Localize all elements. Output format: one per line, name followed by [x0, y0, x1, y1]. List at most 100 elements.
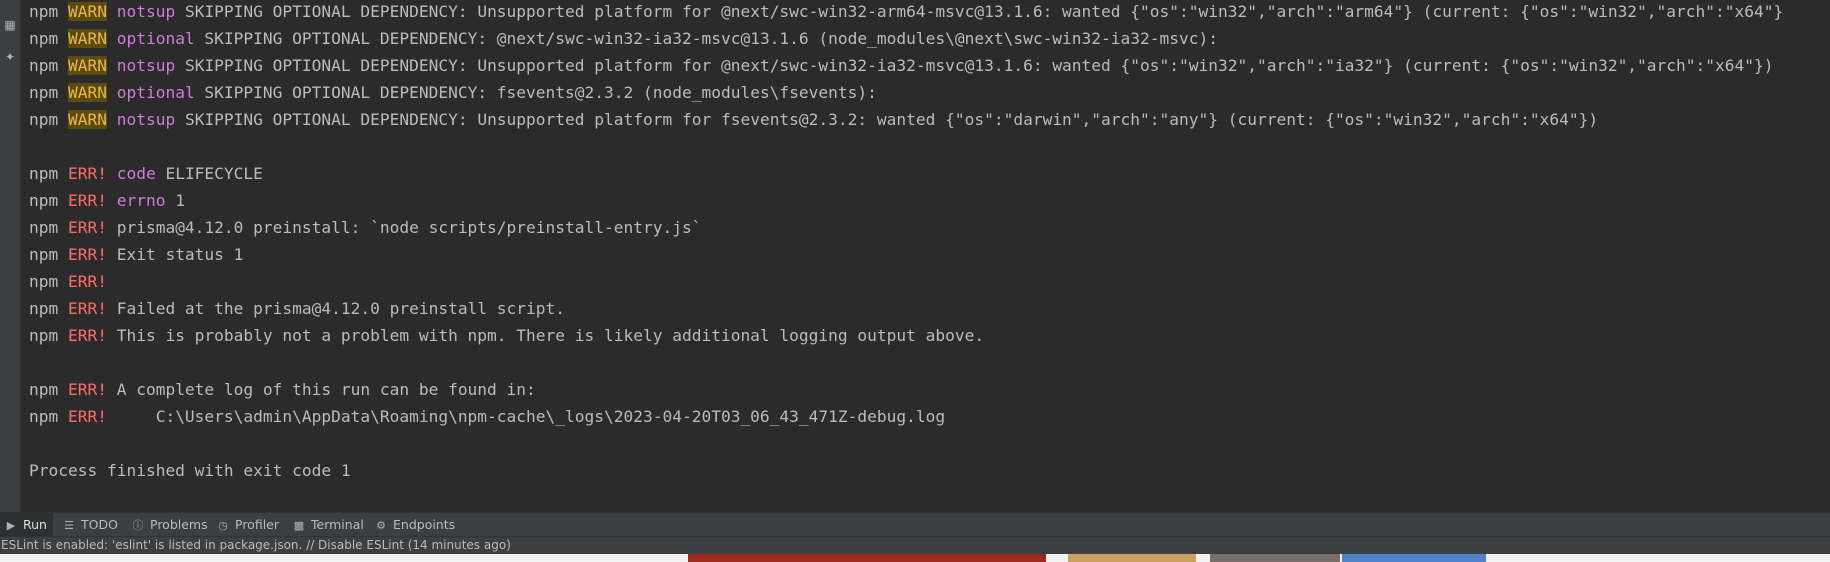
log-text: SKIPPING OPTIONAL DEPENDENCY: Unsupporte… — [175, 56, 1774, 75]
err-badge: ERR! — [67, 326, 107, 345]
tab-profiler[interactable]: ◷ Profiler — [212, 513, 285, 536]
tab-label: Problems — [150, 517, 208, 532]
log-text: npm — [29, 245, 68, 264]
log-text: npm — [29, 191, 68, 210]
console-line: npm WARN optional SKIPPING OPTIONAL DEPE… — [29, 79, 1783, 106]
log-text: 1 — [165, 191, 185, 210]
log-text: npm — [29, 326, 68, 345]
log-text: SKIPPING OPTIONAL DEPENDENCY: Unsupporte… — [175, 2, 1784, 21]
log-text: Process finished with exit code 1 — [29, 461, 351, 480]
run-toolbar-gutter: ▦ ✦ — [0, 0, 21, 512]
log-keyword: notsup — [116, 56, 176, 75]
log-text: npm — [29, 164, 68, 183]
status-bar: ESLint is enabled: 'eslint' is listed in… — [0, 536, 1830, 554]
err-badge: ERR! — [67, 218, 107, 237]
warn-badge: WARN — [67, 29, 107, 48]
log-text: npm — [29, 272, 68, 291]
log-keyword: optional — [116, 83, 195, 102]
pin-icon[interactable]: ✦ — [3, 50, 17, 64]
console-line: npm ERR! This is probably not a problem … — [29, 322, 1783, 349]
console-line: npm ERR! code ELIFECYCLE — [29, 160, 1783, 187]
ide-run-window: ▦ ✦ npm WARN notsup SKIPPING OPTIONAL DE… — [0, 0, 1830, 562]
console-line: npm ERR! Exit status 1 — [29, 241, 1783, 268]
tab-todo[interactable]: ☰ TODO — [58, 513, 124, 536]
log-text: This is probably not a problem with npm.… — [106, 326, 985, 345]
console-line: npm WARN optional SKIPPING OPTIONAL DEPE… — [29, 25, 1783, 52]
background-thumbnail — [1210, 554, 1340, 562]
tool-window-tab-strip: ▶ Run ☰ TODO ⓘ Problems ◷ Profiler ▩ Terminal… — [0, 512, 1830, 536]
console-line: npm ERR! errno 1 — [29, 187, 1783, 214]
warn-badge: WARN — [67, 83, 107, 102]
err-badge: ERR! — [67, 272, 107, 291]
console-line: npm WARN notsup SKIPPING OPTIONAL DEPEND… — [29, 0, 1783, 25]
endpoints-icon: ⚙ — [376, 519, 386, 532]
console-line: npm ERR! Failed at the prisma@4.12.0 pre… — [29, 295, 1783, 322]
log-text: npm — [29, 110, 68, 129]
background-thumbnail — [688, 554, 1046, 562]
log-text: prisma@4.12.0 preinstall: `node scripts/… — [106, 218, 702, 237]
tab-label: Profiler — [235, 517, 280, 532]
warn-badge: WARN — [67, 2, 107, 21]
console-lines: npm WARN notsup SKIPPING OPTIONAL DEPEND… — [29, 0, 1783, 484]
console-line: npm WARN notsup SKIPPING OPTIONAL DEPEND… — [29, 52, 1783, 79]
run-icon: ▶ — [6, 519, 16, 532]
console-line: npm ERR! A complete log of this run can … — [29, 376, 1783, 403]
todo-icon: ☰ — [64, 519, 74, 532]
log-keyword: errno — [116, 191, 166, 210]
err-badge: ERR! — [67, 191, 107, 210]
problems-icon: ⓘ — [132, 519, 144, 532]
err-badge: ERR! — [67, 407, 107, 426]
log-text: npm — [29, 407, 68, 426]
tab-label: Terminal — [311, 517, 364, 532]
log-text: npm — [29, 218, 68, 237]
console-line: npm ERR! prisma@4.12.0 preinstall: `node… — [29, 214, 1783, 241]
run-console-output[interactable]: npm WARN notsup SKIPPING OPTIONAL DEPEND… — [21, 0, 1830, 512]
log-text: Exit status 1 — [106, 245, 244, 264]
profiler-icon: ◷ — [218, 519, 228, 532]
tab-run[interactable]: ▶ Run — [0, 513, 53, 536]
err-badge: ERR! — [67, 245, 107, 264]
warn-badge: WARN — [67, 56, 107, 75]
log-text: C:\Users\admin\AppData\Roaming\npm-cache… — [106, 407, 946, 426]
log-text: npm — [29, 380, 68, 399]
layout-icon[interactable]: ▦ — [3, 18, 17, 32]
log-text: npm — [29, 2, 68, 21]
warn-badge: WARN — [67, 110, 107, 129]
console-line: npm WARN notsup SKIPPING OPTIONAL DEPEND… — [29, 106, 1783, 133]
tab-terminal[interactable]: ▩ Terminal — [288, 513, 370, 536]
tab-label: Endpoints — [393, 517, 456, 532]
terminal-icon: ▩ — [293, 519, 305, 532]
tab-endpoints[interactable]: ⚙ Endpoints — [370, 513, 461, 536]
log-text: SKIPPING OPTIONAL DEPENDENCY: Unsupporte… — [175, 110, 1599, 129]
log-text: SKIPPING OPTIONAL DEPENDENCY: @next/swc-… — [194, 29, 1218, 48]
tab-label: Run — [23, 517, 47, 532]
log-keyword: optional — [116, 29, 195, 48]
err-badge: ERR! — [67, 380, 107, 399]
log-text: SKIPPING OPTIONAL DEPENDENCY: fsevents@2… — [194, 83, 877, 102]
err-badge: ERR! — [67, 299, 107, 318]
tab-label: TODO — [81, 517, 118, 532]
log-text: ELIFECYCLE — [155, 164, 263, 183]
log-text: npm — [29, 299, 68, 318]
log-text: npm — [29, 29, 68, 48]
tab-problems[interactable]: ⓘ Problems — [127, 513, 214, 536]
log-text: npm — [29, 56, 68, 75]
console-line: Process finished with exit code 1 — [29, 457, 1783, 484]
err-badge: ERR! — [67, 164, 107, 183]
status-message[interactable]: ESLint is enabled: 'eslint' is listed in… — [1, 537, 511, 554]
log-text: Failed at the prisma@4.12.0 preinstall s… — [106, 299, 566, 318]
background-window-strip — [0, 554, 1830, 562]
log-keyword: notsup — [116, 110, 176, 129]
console-line: npm ERR! — [29, 268, 1783, 295]
background-thumbnail — [1342, 554, 1486, 562]
